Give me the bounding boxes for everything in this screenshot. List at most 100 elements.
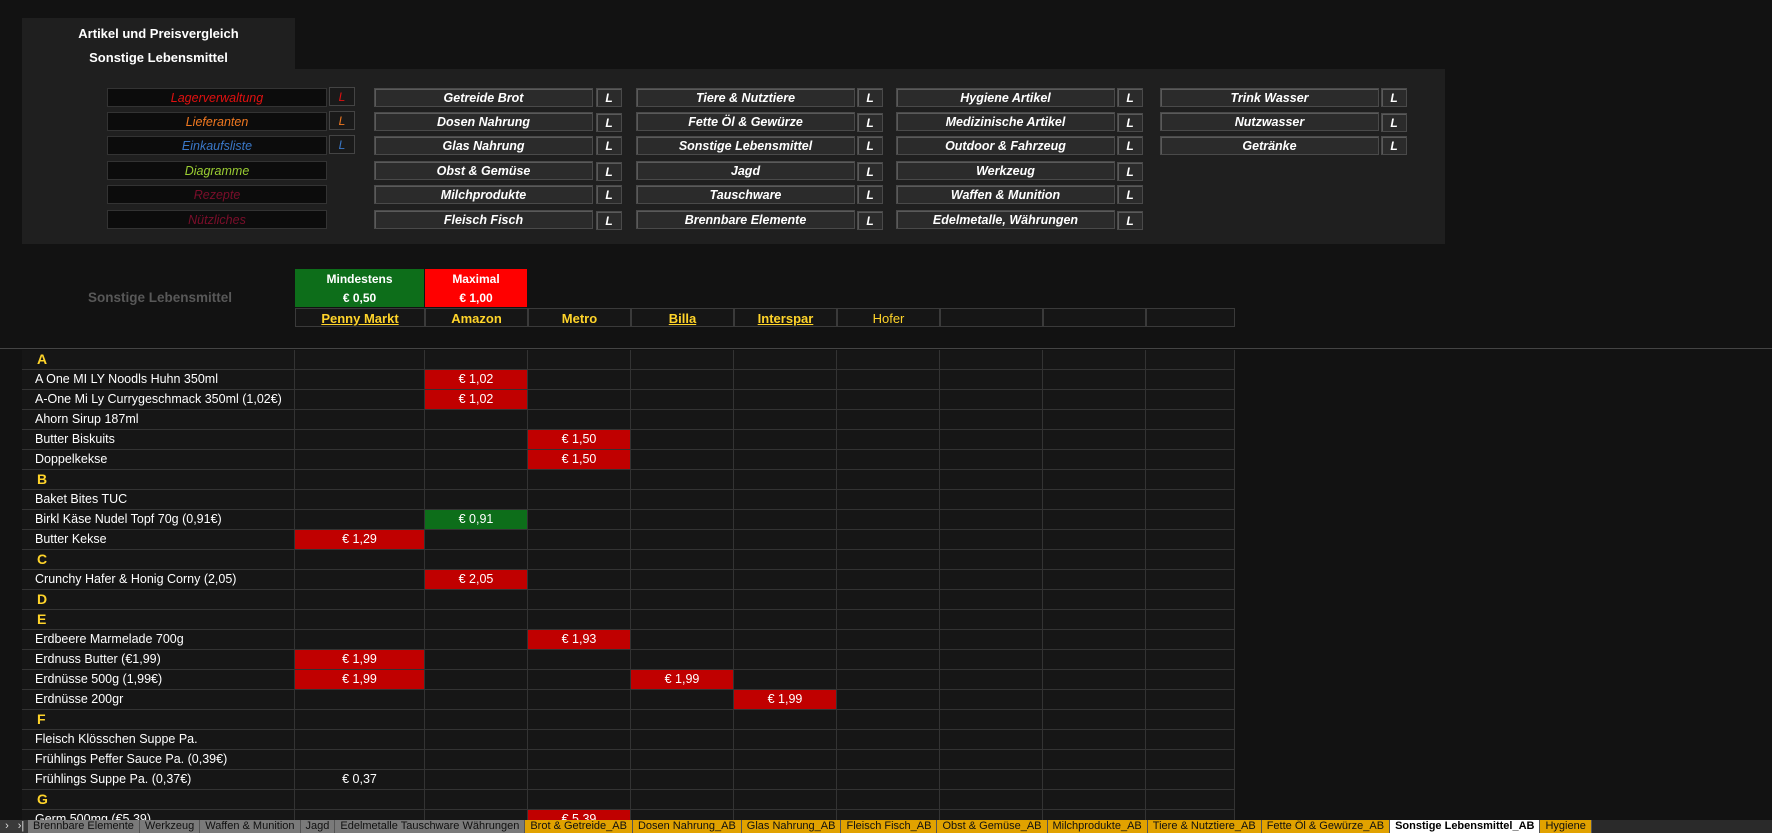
price-cell[interactable] [837, 490, 940, 510]
article-name[interactable]: Doppelkekse [22, 450, 295, 470]
price-cell[interactable]: € 1,29 [295, 530, 425, 550]
price-cell[interactable] [425, 650, 528, 670]
sheet-tab-fleisch-fisch-ab[interactable]: Fleisch Fisch_AB [841, 820, 938, 833]
section-letter[interactable]: E [22, 610, 295, 630]
price-cell[interactable] [631, 750, 734, 770]
price-cell[interactable] [295, 390, 425, 410]
price-cell[interactable] [837, 570, 940, 590]
price-cell[interactable] [295, 630, 425, 650]
price-cell[interactable] [295, 430, 425, 450]
article-name[interactable]: Crunchy Hafer & Honig Corny (2,05) [22, 570, 295, 590]
price-cell[interactable] [1043, 430, 1146, 450]
sheet-tab-milchprodukte-ab[interactable]: Milchprodukte_AB [1047, 820, 1148, 833]
price-cell[interactable] [1043, 450, 1146, 470]
sheet-tab-waffen-munition[interactable]: Waffen & Munition [200, 820, 301, 833]
price-cell[interactable] [631, 410, 734, 430]
price-cell[interactable] [295, 350, 425, 370]
sheet-tab-brot-getreide-ab[interactable]: Brot & Getreide_AB [525, 820, 633, 833]
price-cell[interactable] [734, 450, 837, 470]
nav-jagd-button[interactable]: Jagd [636, 161, 855, 180]
article-name[interactable]: Ahorn Sirup 187ml [22, 410, 295, 430]
nav-brennbare-elemente-button[interactable]: Brennbare Elemente [636, 210, 855, 229]
sheet-tab-edelmetalle-tauschware-währungen[interactable]: Edelmetalle Tauschware Währungen [335, 820, 526, 833]
nav-diagramme-button[interactable]: Diagramme [107, 161, 327, 180]
price-cell[interactable] [528, 770, 631, 790]
price-cell[interactable] [837, 510, 940, 530]
price-cell[interactable] [528, 650, 631, 670]
price-cell[interactable] [1043, 630, 1146, 650]
nav-edelmetalle-währungen-button[interactable]: Edelmetalle, Währungen [896, 210, 1115, 229]
price-cell[interactable] [1043, 370, 1146, 390]
price-cell[interactable] [528, 410, 631, 430]
price-cell[interactable] [940, 790, 1043, 810]
sheet-tab-sonstige-lebensmittel-ab[interactable]: Sonstige Lebensmittel_AB [1390, 820, 1541, 833]
price-cell[interactable] [295, 550, 425, 570]
price-cell[interactable] [734, 610, 837, 630]
price-cell[interactable] [528, 350, 631, 370]
price-cell[interactable] [940, 350, 1043, 370]
article-name[interactable]: A-One Mi Ly Currygeschmack 350ml (1,02€) [22, 390, 295, 410]
section-letter[interactable]: D [22, 590, 295, 610]
tab-nav-last[interactable]: ›| [14, 820, 28, 833]
price-cell[interactable] [940, 570, 1043, 590]
price-cell[interactable] [837, 370, 940, 390]
nav-medizinische-artikel-l-button[interactable]: L [1117, 113, 1143, 132]
price-cell[interactable] [940, 770, 1043, 790]
sheet-tab-glas-nahrung-ab[interactable]: Glas Nahrung_AB [741, 820, 842, 833]
article-name[interactable]: Birkl Käse Nudel Topf 70g (0,91€) [22, 510, 295, 530]
nav-getränke-l-button[interactable]: L [1381, 136, 1407, 155]
price-cell[interactable] [425, 550, 528, 570]
price-cell[interactable] [528, 510, 631, 530]
nav-lieferanten-l-button[interactable]: L [329, 111, 355, 130]
price-cell[interactable] [734, 370, 837, 390]
price-cell[interactable] [295, 710, 425, 730]
price-cell[interactable] [425, 730, 528, 750]
price-cell[interactable] [631, 490, 734, 510]
price-cell[interactable] [734, 410, 837, 430]
nav-trink-wasser-button[interactable]: Trink Wasser [1160, 88, 1379, 107]
price-cell[interactable] [1043, 550, 1146, 570]
price-cell[interactable] [734, 490, 837, 510]
price-cell[interactable] [528, 790, 631, 810]
price-cell[interactable] [631, 570, 734, 590]
nav-fleisch-fisch-button[interactable]: Fleisch Fisch [374, 210, 593, 229]
price-cell[interactable] [940, 390, 1043, 410]
price-cell[interactable] [837, 410, 940, 430]
price-cell[interactable] [528, 750, 631, 770]
sheet-tab-obst-gemüse-ab[interactable]: Obst & Gemüse_AB [937, 820, 1048, 833]
price-cell[interactable] [631, 430, 734, 450]
nav-getreide-brot-l-button[interactable]: L [596, 88, 622, 107]
price-cell[interactable] [1146, 430, 1235, 450]
price-cell[interactable] [631, 650, 734, 670]
price-cell[interactable] [295, 730, 425, 750]
price-cell[interactable] [295, 690, 425, 710]
price-cell[interactable] [295, 470, 425, 490]
price-cell[interactable] [1146, 490, 1235, 510]
price-cell[interactable] [1043, 570, 1146, 590]
nav-lieferanten-button[interactable]: Lieferanten [107, 112, 327, 131]
price-cell[interactable] [528, 530, 631, 550]
price-cell[interactable] [940, 590, 1043, 610]
nav-einkaufsliste-l-button[interactable]: L [329, 135, 355, 154]
nav-einkaufsliste-button[interactable]: Einkaufsliste [107, 136, 327, 155]
price-cell[interactable]: € 1,50 [528, 430, 631, 450]
price-cell[interactable] [528, 670, 631, 690]
nav-getränke-button[interactable]: Getränke [1160, 136, 1379, 155]
price-cell[interactable] [1146, 650, 1235, 670]
nav-glas-nahrung-button[interactable]: Glas Nahrung [374, 136, 593, 155]
article-name[interactable]: Erdnüsse 200gr [22, 690, 295, 710]
sheet-tab-hygiene[interactable]: Hygiene [1540, 820, 1592, 833]
price-cell[interactable] [734, 530, 837, 550]
price-cell[interactable] [1146, 570, 1235, 590]
price-cell[interactable] [940, 730, 1043, 750]
price-cell[interactable]: € 2,05 [425, 570, 528, 590]
price-cell[interactable] [631, 710, 734, 730]
price-cell[interactable] [1043, 390, 1146, 410]
price-cell[interactable] [1146, 350, 1235, 370]
price-cell[interactable] [940, 750, 1043, 770]
price-cell[interactable] [734, 710, 837, 730]
price-cell[interactable] [734, 550, 837, 570]
price-cell[interactable]: € 1,93 [528, 630, 631, 650]
price-cell[interactable] [940, 450, 1043, 470]
price-cell[interactable] [837, 730, 940, 750]
